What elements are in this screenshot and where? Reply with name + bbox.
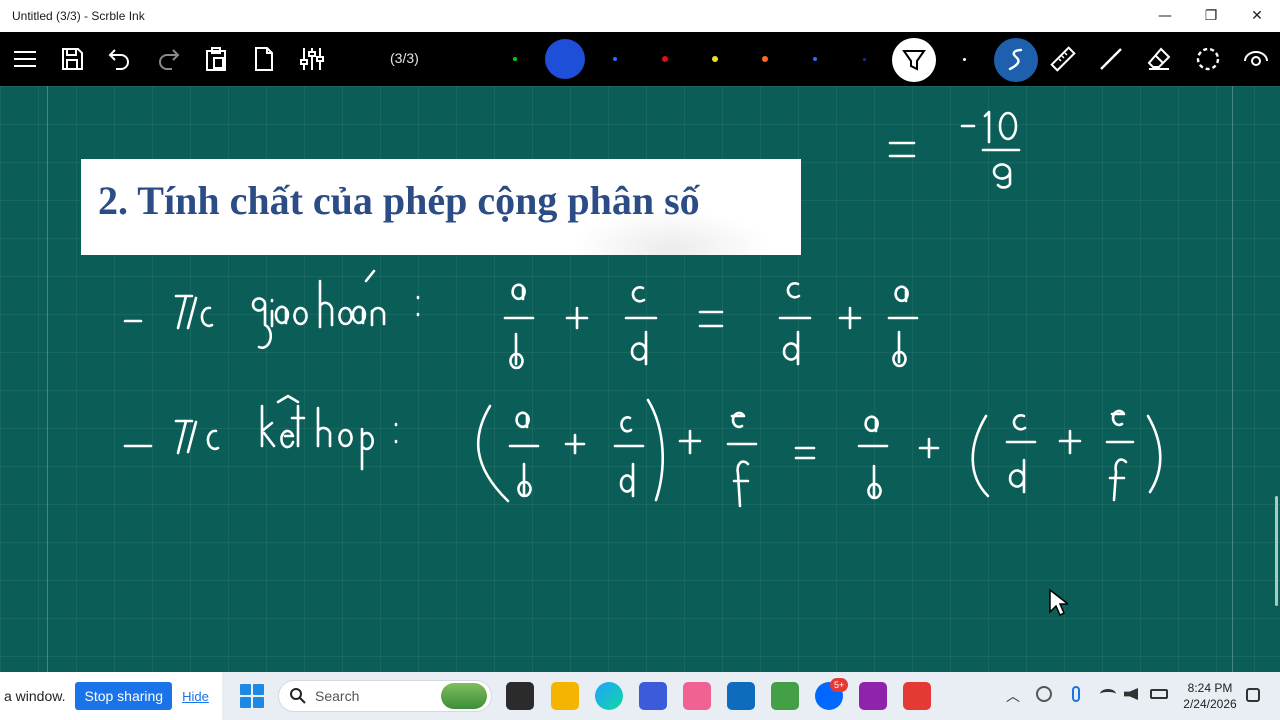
- pen-icon: [1008, 48, 1023, 71]
- search-icon: [290, 688, 306, 704]
- recorder-app-icon[interactable]: [903, 682, 931, 710]
- view-button[interactable]: [1237, 40, 1275, 78]
- minimize-icon: —: [1158, 8, 1172, 24]
- drawing-canvas[interactable]: 2. Tính chất của phép cộng phân số: [0, 86, 1280, 672]
- color-orange[interactable]: [762, 56, 768, 62]
- handwritten-ink: [123, 110, 1162, 508]
- windows-logo-tile: [253, 684, 264, 695]
- paste-button[interactable]: [197, 40, 235, 78]
- page-indicator: (3/3): [390, 50, 419, 66]
- undo-icon: [108, 49, 129, 70]
- task-view-icon[interactable]: [506, 682, 534, 710]
- color-green[interactable]: [513, 57, 517, 61]
- snipping-tool-icon[interactable]: [683, 682, 711, 710]
- page-icon: [255, 47, 273, 71]
- notifications-icon[interactable]: [1246, 688, 1260, 702]
- lasso-button[interactable]: [1189, 40, 1227, 78]
- onedrive-status-icon[interactable]: [1036, 686, 1052, 702]
- close-button[interactable]: ✕: [1234, 0, 1280, 32]
- color-red[interactable]: [662, 56, 668, 62]
- ink-associative-equation: [477, 398, 1162, 508]
- ink-commutative-equation: [503, 282, 919, 370]
- scrble-ink-app-icon[interactable]: [727, 682, 755, 710]
- file-explorer-icon[interactable]: [551, 682, 579, 710]
- lasso-icon: [1196, 47, 1220, 71]
- ruler-button[interactable]: [1044, 40, 1082, 78]
- volume-icon[interactable]: [1124, 688, 1138, 700]
- ink-associative-label: [123, 394, 398, 471]
- pdf-app-icon[interactable]: [859, 682, 887, 710]
- clock-time: 8:24 PM: [1187, 681, 1233, 695]
- color-light-blue[interactable]: [813, 57, 817, 61]
- redo-button[interactable]: [149, 40, 187, 78]
- share-message: a window.: [4, 688, 66, 704]
- taskbar-search[interactable]: Search: [278, 680, 492, 712]
- close-icon: ✕: [1251, 8, 1263, 24]
- search-placeholder: Search: [315, 688, 360, 704]
- windows-logo-tile: [240, 697, 251, 708]
- menu-button[interactable]: [6, 40, 44, 78]
- redo-icon: [159, 49, 180, 70]
- camtasia-icon[interactable]: [771, 682, 799, 710]
- microphone-icon[interactable]: [1072, 686, 1080, 702]
- edge-browser-icon[interactable]: [595, 682, 623, 710]
- toolbar: (3/3): [0, 32, 1280, 86]
- window-controls: — ❐ ✕: [1142, 0, 1280, 32]
- eraser-button[interactable]: [1140, 40, 1178, 78]
- wifi-icon[interactable]: [1100, 689, 1116, 699]
- new-page-button[interactable]: [245, 40, 283, 78]
- battery-icon[interactable]: [1150, 689, 1168, 699]
- settings-button[interactable]: [293, 40, 331, 78]
- color-navy[interactable]: [863, 58, 866, 61]
- undo-button[interactable]: [101, 40, 139, 78]
- window-title: Untitled (3/3) - Scrble Ink: [12, 9, 145, 23]
- restore-icon: ❐: [1204, 8, 1218, 24]
- ink-commutative-label: [123, 269, 420, 349]
- stop-sharing-button[interactable]: Stop sharing: [75, 682, 173, 710]
- color-blue-selected[interactable]: [545, 39, 585, 79]
- line-button[interactable]: [1092, 40, 1130, 78]
- save-icon: [62, 48, 83, 70]
- ink-result-fraction: [888, 110, 1021, 189]
- highlighter-icon: [902, 50, 926, 71]
- ruler-icon: [1050, 46, 1076, 72]
- color-yellow[interactable]: [712, 56, 718, 62]
- screen-share-bar: a window. Stop sharing Hide: [0, 672, 222, 720]
- view-icon: [1244, 51, 1268, 66]
- zalo-notification-badge: 5+: [830, 678, 849, 692]
- show-hidden-icons-chevron-icon[interactable]: ︿: [1006, 686, 1020, 706]
- hide-link[interactable]: Hide: [182, 689, 209, 704]
- clock-date: 2/24/2026: [1183, 697, 1237, 711]
- settings-sliders-icon: [300, 48, 324, 70]
- minimize-button[interactable]: —: [1142, 0, 1188, 32]
- clock[interactable]: 8:24 PM 2/24/2026: [1180, 680, 1240, 712]
- clipboard-icon: [206, 47, 226, 71]
- store-icon[interactable]: [639, 682, 667, 710]
- menu-icon: [14, 51, 36, 67]
- taskbar: a window. Stop sharing Hide Search 5+ ︿ …: [0, 672, 1280, 720]
- size-dot[interactable]: [963, 58, 966, 61]
- windows-logo-tile: [253, 697, 264, 708]
- save-button[interactable]: [53, 40, 91, 78]
- mouse-cursor-icon: [1049, 588, 1068, 617]
- title-bar: Untitled (3/3) - Scrble Ink — ❐ ✕: [0, 0, 1280, 32]
- start-button[interactable]: [240, 684, 264, 708]
- eraser-icon: [1147, 47, 1171, 70]
- restore-button[interactable]: ❐: [1188, 0, 1234, 32]
- line-icon: [1100, 48, 1122, 70]
- search-highlight-image: [441, 683, 487, 709]
- highlighter-button[interactable]: [892, 38, 936, 82]
- color-blue[interactable]: [613, 57, 617, 61]
- windows-logo-tile: [240, 684, 251, 695]
- vertical-scrollbar[interactable]: [1275, 496, 1278, 606]
- pen-button[interactable]: [994, 38, 1038, 82]
